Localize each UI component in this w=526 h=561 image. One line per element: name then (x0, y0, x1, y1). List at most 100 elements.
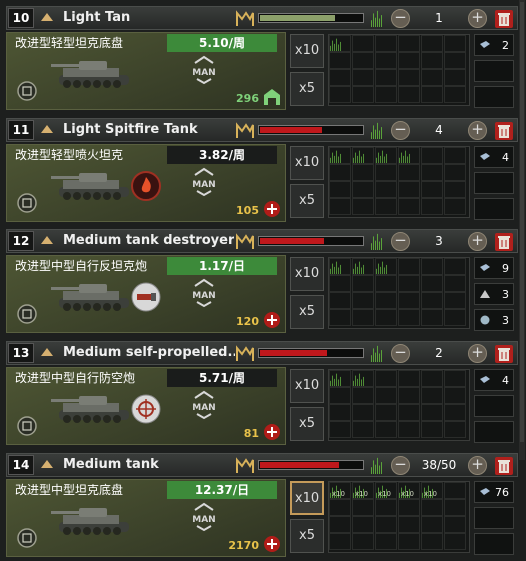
factory-slot (398, 387, 420, 404)
move-up-arrow-icon[interactable] (41, 236, 53, 244)
factory-count: 4 (435, 123, 443, 137)
stockpile-count: 120 (236, 315, 259, 328)
delete-line-icon[interactable] (495, 233, 513, 251)
factory-slot (352, 499, 374, 516)
equipment-name: 改进型中型坦克底盘 (15, 483, 124, 497)
delete-line-icon[interactable] (495, 345, 513, 363)
remove-factory-button[interactable]: − (391, 344, 410, 363)
factory-slot (375, 533, 397, 550)
factory-slot (421, 387, 443, 404)
factory-slot (421, 404, 443, 421)
factory-slot (444, 387, 466, 404)
add-ten-factories-button[interactable]: x10 (290, 481, 324, 515)
factory-slot (329, 35, 351, 52)
remove-factory-button[interactable]: − (391, 232, 410, 251)
svg-text:MAN: MAN (192, 180, 215, 190)
factory-slot (421, 52, 443, 69)
add-factory-button[interactable]: + (468, 344, 487, 363)
add-five-factories-button[interactable]: x5 (290, 295, 324, 329)
factory-slot (444, 86, 466, 103)
equipment-type-icon (17, 193, 37, 213)
add-ten-factories-button[interactable]: x10 (290, 257, 324, 291)
factory-chart-icon (371, 122, 389, 139)
line-header: 10 Light Tan − 1 + (6, 6, 518, 30)
manufacturer-icon[interactable] (235, 233, 255, 251)
factory-slot (421, 516, 443, 533)
add-factory-button[interactable]: + (468, 232, 487, 251)
efficiency-progress-fill (260, 15, 335, 21)
manufacturer-icon[interactable] (235, 457, 255, 475)
factory-slot (444, 52, 466, 69)
efficiency-progress-bar (258, 348, 364, 358)
factory-slot (444, 482, 466, 499)
add-five-factories-button[interactable]: x5 (290, 407, 324, 441)
move-up-arrow-icon[interactable] (41, 13, 53, 21)
tank-image (49, 167, 139, 205)
equipment-panel[interactable]: 改进型中型坦克底盘 12.37/日 MAN 2170 (6, 479, 286, 557)
add-factory-button[interactable]: + (468, 456, 487, 475)
factory-slot: x10 (375, 482, 397, 499)
factory-slot (444, 499, 466, 516)
factory-slot (375, 35, 397, 52)
factory-slot (398, 421, 420, 438)
remove-factory-button[interactable]: − (391, 121, 410, 140)
line-name: Medium tank destroyer (63, 233, 235, 248)
manufacturer-icon[interactable] (235, 10, 255, 28)
line-body: 改进型轻型坦克底盘 5.10/周 MAN 296 x10 x5 2 (6, 32, 518, 110)
line-body: 改进型中型自行反坦克炮 1.17/日 MAN 120 x10 x5 9 3 3 (6, 255, 518, 333)
factory-slot (375, 164, 397, 181)
equipment-name: 改进型中型自行防空炮 (15, 371, 136, 385)
factory-slot (398, 35, 420, 52)
equipment-type-icon (17, 416, 37, 436)
factory-slot (329, 69, 351, 86)
delete-line-icon[interactable] (495, 10, 513, 28)
factory-slot (329, 147, 351, 164)
factory-slot (375, 309, 397, 326)
scrollbar-thumb[interactable] (520, 2, 524, 442)
tank-image (49, 390, 139, 428)
add-five-factories-button[interactable]: x5 (290, 184, 324, 218)
factory-slot (421, 86, 443, 103)
factory-slot (329, 52, 351, 69)
factory-slot (352, 292, 374, 309)
equipment-panel[interactable]: 改进型轻型坦克底盘 5.10/周 MAN 296 (6, 32, 286, 110)
factory-slot (329, 258, 351, 275)
add-factory-button[interactable]: + (468, 9, 487, 28)
factory-slot (444, 370, 466, 387)
equipment-panel[interactable]: 改进型轻型喷火坦克 3.82/周 MAN 105 (6, 144, 286, 222)
factory-slot (421, 533, 443, 550)
remove-factory-button[interactable]: − (391, 456, 410, 475)
line-header: 11 Light Spitfire Tank − 4 + (6, 118, 518, 142)
equipment-type-icon (17, 528, 37, 548)
add-five-factories-button[interactable]: x5 (290, 519, 324, 553)
factory-grid (328, 34, 470, 106)
factory-slot (329, 533, 351, 550)
plus-icon (263, 423, 281, 441)
factory-slot (329, 370, 351, 387)
remove-factory-button[interactable]: − (391, 9, 410, 28)
move-up-arrow-icon[interactable] (41, 125, 53, 133)
manufacturer-icon[interactable] (235, 122, 255, 140)
move-up-arrow-icon[interactable] (41, 348, 53, 356)
add-ten-factories-button[interactable]: x10 (290, 369, 324, 403)
factory-chart-icon (371, 233, 389, 250)
factory-slot (375, 370, 397, 387)
delete-line-icon[interactable] (495, 457, 513, 475)
manufacturer-icon[interactable] (235, 345, 255, 363)
svg-text:x10: x10 (355, 490, 368, 498)
add-ten-factories-button[interactable]: x10 (290, 146, 324, 180)
move-up-arrow-icon[interactable] (41, 460, 53, 468)
factory-slot: x10 (352, 482, 374, 499)
factory-slot: x10 (329, 482, 351, 499)
line-header: 12 Medium tank destroyer − 3 + (6, 229, 518, 253)
add-factory-button[interactable]: + (468, 121, 487, 140)
production-line: 14 Medium tank − 38/50 + 改进型中型坦克底盘 12.37… (6, 453, 518, 557)
add-five-factories-button[interactable]: x5 (290, 72, 324, 106)
factory-slot (352, 147, 374, 164)
resource-slot-empty (474, 86, 514, 108)
delete-line-icon[interactable] (495, 122, 513, 140)
add-ten-factories-button[interactable]: x10 (290, 34, 324, 68)
equipment-panel[interactable]: 改进型中型自行防空炮 5.71/周 MAN 81 (6, 367, 286, 445)
scrollbar[interactable] (519, 0, 525, 460)
equipment-panel[interactable]: 改进型中型自行反坦克炮 1.17/日 MAN 120 (6, 255, 286, 333)
